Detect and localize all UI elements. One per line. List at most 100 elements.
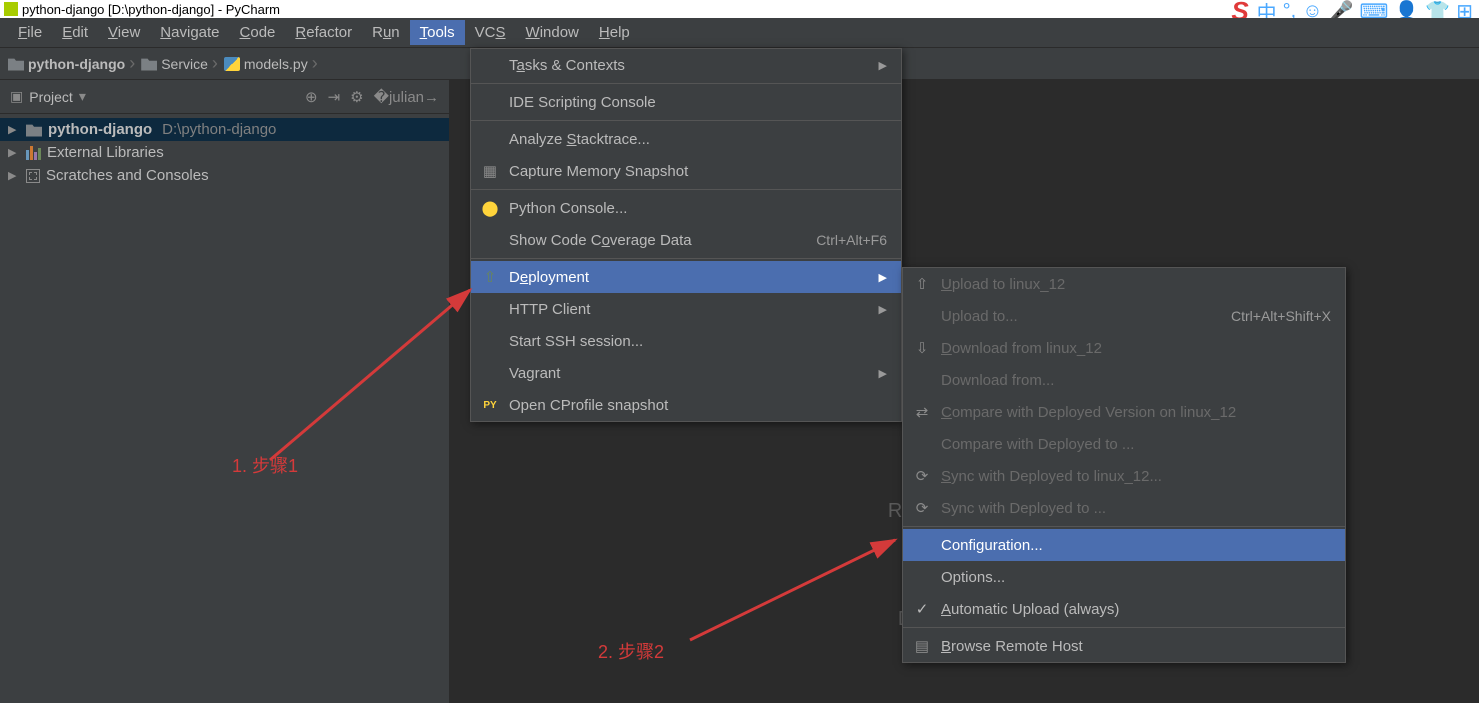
hide-icon[interactable]: �julian→ (374, 88, 439, 106)
menu-code[interactable]: Code (230, 20, 286, 45)
tree-external-libs[interactable]: ▶ External Libraries (0, 141, 449, 164)
menu-bar: File Edit View Navigate Code Refactor Ru… (0, 18, 1479, 48)
menu-tasks[interactable]: Tasks & Contexts▶ (471, 49, 901, 81)
separator (471, 120, 901, 121)
python-icon: ⬤ (481, 199, 499, 217)
gear-icon[interactable]: ⚙ (350, 88, 363, 106)
crumb-leaf[interactable]: models.py › (224, 53, 322, 74)
chevron-icon: › (312, 53, 318, 74)
menu-vcs[interactable]: VCS (465, 20, 516, 45)
collapse-icon[interactable]: ⇥ (328, 88, 341, 106)
tree-label: Scratches and Consoles (46, 167, 209, 184)
tray-icon: °, (1283, 0, 1297, 18)
menu-auto-upload[interactable]: ✓Automatic Upload (always) (903, 593, 1345, 625)
tree-label: python-django (48, 121, 152, 138)
folder-icon (26, 123, 42, 137)
tree-scratches[interactable]: ▶ Scratches and Consoles (0, 164, 449, 187)
menu-compare[interactable]: ⇄Compare with Deployed Version on linux_… (903, 396, 1345, 428)
expand-arrow-icon[interactable]: ▶ (8, 169, 20, 182)
menu-navigate[interactable]: Navigate (150, 20, 229, 45)
menu-refactor[interactable]: Refactor (285, 20, 362, 45)
locate-icon[interactable]: ⊕ (305, 88, 318, 106)
system-tray-icons: S 中 °, ☺ 🎤 ⌨ 👤 👕 ⊞ (1231, 0, 1473, 18)
app-icon (4, 2, 18, 16)
expand-arrow-icon[interactable]: ▶ (8, 123, 20, 136)
window-title: python-django [D:\python-django] - PyCha… (22, 2, 280, 17)
menu-tools[interactable]: Tools (410, 20, 465, 45)
tray-icon: 👕 (1425, 0, 1450, 18)
tray-icon: 👤 (1394, 0, 1419, 18)
crumb-label: python-django (28, 56, 125, 72)
tray-icon: 🎤 (1329, 0, 1354, 18)
menu-code-coverage[interactable]: Show Code Coverage DataCtrl+Alt+F6 (471, 224, 901, 256)
menu-help[interactable]: Help (589, 20, 640, 45)
menu-http-client[interactable]: HTTP Client▶ (471, 293, 901, 325)
menu-download[interactable]: ⇩Download from linux_12 (903, 332, 1345, 364)
crumb-mid[interactable]: Service › (141, 53, 222, 74)
tree-path: D:\python-django (162, 121, 276, 138)
menu-ssh-session[interactable]: Start SSH session... (471, 325, 901, 357)
menu-compare-to[interactable]: Compare with Deployed to ... (903, 428, 1345, 460)
project-tree: ▶ python-django D:\python-django ▶ Exter… (0, 114, 449, 191)
check-icon: ✓ (913, 600, 931, 618)
download-icon: ⇩ (913, 339, 931, 357)
menu-sync[interactable]: ⟳Sync with Deployed to linux_12... (903, 460, 1345, 492)
crumb-label: Service (161, 56, 208, 72)
py-icon: PY (481, 400, 499, 411)
separator (471, 189, 901, 190)
library-icon (26, 146, 41, 160)
title-bar: python-django [D:\python-django] - PyCha… (0, 0, 1479, 18)
menu-upload[interactable]: ⇧Upload to linux_12 (903, 268, 1345, 300)
chevron-icon: › (129, 53, 135, 74)
menu-options[interactable]: Options... (903, 561, 1345, 593)
tree-root[interactable]: ▶ python-django D:\python-django (0, 118, 449, 141)
menu-analyze-stacktrace[interactable]: Analyze Stacktrace... (471, 123, 901, 155)
menu-file[interactable]: File (8, 20, 52, 45)
panel-icon: ▣ (10, 88, 23, 105)
folder-icon (8, 57, 24, 71)
scratch-icon (26, 169, 40, 183)
tree-label: External Libraries (47, 144, 164, 161)
menu-upload-to[interactable]: Upload to...Ctrl+Alt+Shift+X (903, 300, 1345, 332)
menu-ide-scripting[interactable]: IDE Scripting Console (471, 86, 901, 118)
chevron-icon: › (212, 53, 218, 74)
separator (471, 258, 901, 259)
sidebar-title: Project (29, 89, 73, 105)
separator (903, 526, 1345, 527)
menu-window[interactable]: Window (516, 20, 589, 45)
menu-browse-remote[interactable]: ▤Browse Remote Host (903, 630, 1345, 662)
menu-edit[interactable]: Edit (52, 20, 98, 45)
upload-icon: ⇧ (913, 275, 931, 293)
sidebar-header: ▣ Project ▾ ⊕ ⇥ ⚙ �julian→ (0, 80, 449, 114)
menu-vagrant[interactable]: Vagrant▶ (471, 357, 901, 389)
tray-icon: 中 (1257, 0, 1277, 18)
snapshot-icon: ▦ (481, 162, 499, 180)
menu-cprofile[interactable]: PYOpen CProfile snapshot (471, 389, 901, 421)
tray-icon: ☺ (1302, 0, 1322, 18)
menu-sync-to[interactable]: ⟳Sync with Deployed to ... (903, 492, 1345, 524)
crumb-label: models.py (244, 56, 308, 72)
tools-dropdown: Tasks & Contexts▶ IDE Scripting Console … (470, 48, 902, 422)
tray-icon: ⊞ (1456, 0, 1473, 18)
list-icon: ▤ (913, 637, 931, 655)
separator (471, 83, 901, 84)
deploy-icon: ⇧ (481, 268, 499, 286)
sogou-icon: S (1231, 0, 1248, 18)
menu-download-from[interactable]: Download from... (903, 364, 1345, 396)
crumb-root[interactable]: python-django › (8, 53, 139, 74)
python-file-icon (224, 57, 240, 71)
sync-icon: ⟳ (913, 499, 931, 517)
deployment-submenu: ⇧Upload to linux_12 Upload to...Ctrl+Alt… (902, 267, 1346, 663)
menu-python-console[interactable]: ⬤Python Console... (471, 192, 901, 224)
dropdown-icon[interactable]: ▾ (79, 88, 86, 105)
folder-icon (141, 57, 157, 71)
sync-icon: ⟳ (913, 467, 931, 485)
menu-view[interactable]: View (98, 20, 150, 45)
compare-icon: ⇄ (913, 403, 931, 421)
menu-run[interactable]: Run (362, 20, 410, 45)
separator (903, 627, 1345, 628)
expand-arrow-icon[interactable]: ▶ (8, 146, 20, 159)
menu-capture-memory[interactable]: ▦Capture Memory Snapshot (471, 155, 901, 187)
menu-deployment[interactable]: ⇧Deployment▶ (471, 261, 901, 293)
menu-configuration[interactable]: Configuration... (903, 529, 1345, 561)
